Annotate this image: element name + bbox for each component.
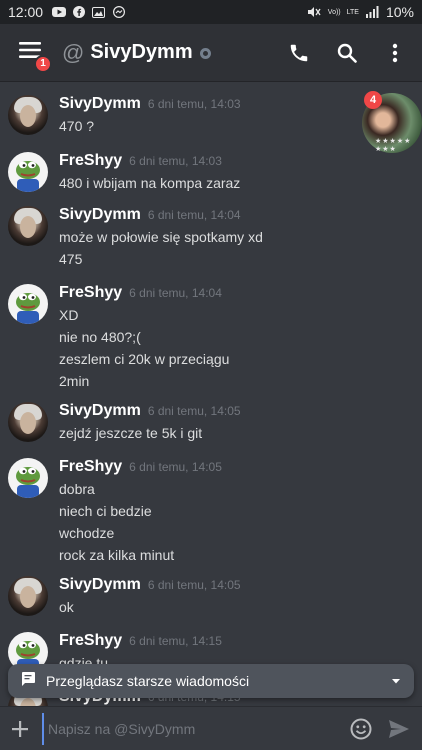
menu-button[interactable]: 1 <box>14 37 52 73</box>
avatar[interactable] <box>8 402 48 442</box>
gallery-icon <box>91 6 106 18</box>
message-text: zejdź jeszcze te 5k i git <box>59 425 203 441</box>
message-text: 2min <box>59 373 90 389</box>
avatar[interactable] <box>8 284 48 324</box>
mute-icon <box>307 6 322 18</box>
message-icon <box>20 671 36 692</box>
volte-indicator: Vo)) <box>327 8 341 16</box>
avatar[interactable] <box>8 95 48 135</box>
search-button[interactable] <box>334 40 360 66</box>
older-messages-text: Przeglądasz starsze wiadomości <box>46 673 250 689</box>
more-options-button[interactable] <box>382 40 408 66</box>
avatar[interactable] <box>8 152 48 192</box>
call-button[interactable] <box>286 40 312 66</box>
message-text: 470 ? <box>59 118 95 134</box>
avatar[interactable] <box>8 576 48 616</box>
message-timestamp: 6 dni temu, 14:05 <box>147 404 241 418</box>
message-group[interactable]: SivyDymm 6 dni temu, 14:05 ok <box>8 576 241 618</box>
message-text: wchodze <box>59 525 115 541</box>
message-timestamp: 6 dni temu, 14:05 <box>129 460 222 474</box>
facebook-icon <box>71 6 86 18</box>
avatar[interactable] <box>8 458 48 498</box>
chat-head-caption: ★★★★★ ★★★ <box>375 138 412 153</box>
avatar[interactable] <box>8 206 48 246</box>
message-text: rock za kilka minut <box>59 547 175 563</box>
send-button[interactable] <box>384 714 414 744</box>
message-author[interactable]: FreShyy <box>59 458 122 476</box>
menu-notification-badge: 1 <box>34 54 52 73</box>
message-author[interactable]: SivyDymm <box>59 402 141 420</box>
signal-icon <box>365 6 380 18</box>
message-group[interactable]: SivyDymm 6 dni temu, 14:03 470 ? <box>8 95 241 137</box>
message-timestamp: 6 dni temu, 14:05 <box>147 578 241 592</box>
offline-status-icon <box>199 48 211 59</box>
jump-to-present-button[interactable] <box>390 672 402 690</box>
message-timestamp: 6 dni temu, 14:04 <box>147 208 241 222</box>
message-timestamp: 6 dni temu, 14:04 <box>129 286 222 300</box>
message-author[interactable]: SivyDymm <box>59 95 141 113</box>
status-bar: 12:00 Vo)) LTE 10% <box>0 0 422 24</box>
lte-indicator: LTE <box>346 8 359 16</box>
at-symbol: @ <box>62 39 85 65</box>
search-icon <box>337 43 357 63</box>
message-group[interactable]: SivyDymm 6 dni temu, 14:04 może w połowie… <box>8 206 263 270</box>
more-vertical-icon <box>392 43 398 62</box>
message-author[interactable]: SivyDymm <box>59 576 141 594</box>
message-group[interactable]: FreShyy 6 dni temu, 14:04 XD nie no 480?;… <box>8 284 229 392</box>
caret-down-icon <box>392 679 400 684</box>
message-text: dobra <box>59 481 95 497</box>
message-input[interactable] <box>42 712 338 745</box>
smiley-icon <box>350 718 372 739</box>
add-attachment-button[interactable] <box>8 717 32 741</box>
message-text: XD <box>59 307 79 323</box>
message-group[interactable]: SivyDymm 6 dni temu, 14:05 zejdź jeszcze … <box>8 402 241 444</box>
send-icon <box>389 719 409 738</box>
message-timestamp: 6 dni temu, 14:15 <box>129 634 222 648</box>
older-messages-banner[interactable]: Przeglądasz starsze wiadomości <box>8 664 414 698</box>
message-text: nie no 480?;( <box>59 329 141 345</box>
message-text: niech ci bedzie <box>59 503 152 519</box>
message-text: 475 <box>59 251 83 267</box>
message-composer <box>0 706 422 750</box>
page-title: SivyDymm <box>90 41 193 63</box>
message-group[interactable]: FreShyy 6 dni temu, 14:03 480 i wbijam na… <box>8 152 240 194</box>
chat-head-bubble[interactable]: ★★★★★ ★★★ 4 <box>362 91 422 157</box>
channel-header: 1 @ SivyDymm <box>0 24 422 82</box>
message-author[interactable]: SivyDymm <box>59 206 141 224</box>
phone-icon <box>290 44 308 61</box>
youtube-icon <box>51 6 66 18</box>
battery-level: 10% <box>385 4 414 20</box>
message-timestamp: 6 dni temu, 14:03 <box>129 154 222 168</box>
clock: 12:00 <box>8 4 44 20</box>
message-text: 480 i wbijam na kompa zaraz <box>59 175 241 191</box>
chat-head-badge: 4 <box>364 91 382 109</box>
emoji-button[interactable] <box>346 714 376 744</box>
messenger-icon <box>111 6 126 18</box>
message-author[interactable]: FreShyy <box>59 632 122 650</box>
plus-icon <box>12 720 28 737</box>
message-author[interactable]: FreShyy <box>59 284 122 302</box>
message-list[interactable]: SivyDymm 6 dni temu, 14:03 470 ? FreShyy 6… <box>0 82 422 712</box>
message-text: może w połowie się spotkamy xd <box>59 229 263 245</box>
message-group[interactable]: FreShyy 6 dni temu, 14:05 dobra niech ci … <box>8 458 222 566</box>
message-timestamp: 6 dni temu, 14:03 <box>147 97 241 111</box>
message-author[interactable]: FreShyy <box>59 152 122 170</box>
message-text: ok <box>59 599 74 615</box>
message-text: zeszlem ci 20k w przeciągu <box>59 351 230 367</box>
